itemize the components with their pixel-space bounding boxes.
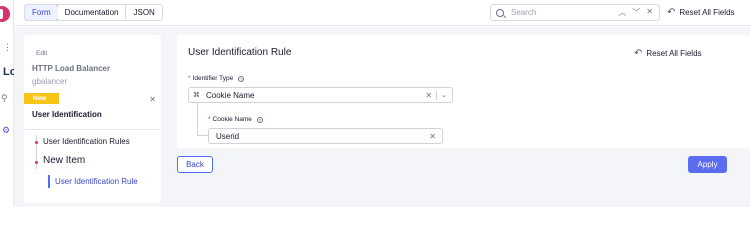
identifier-type-label-text: Identifier Type xyxy=(192,75,234,82)
identifier-type-label: * Identifier Type ? xyxy=(188,75,245,82)
edit-label: Edit xyxy=(36,50,48,57)
section-title: User Identification xyxy=(32,110,102,119)
back-button[interactable]: Back xyxy=(177,156,213,173)
cookie-name-label-text: Cookie Name xyxy=(212,116,252,123)
clear-icon[interactable]: ✕ xyxy=(425,91,432,100)
search-icon xyxy=(496,8,504,17)
info-icon[interactable]: ? xyxy=(238,75,245,82)
tree-dot-icon xyxy=(35,141,38,144)
apply-button[interactable]: Apply xyxy=(688,156,727,173)
logo-icon[interactable] xyxy=(0,6,10,22)
object-subtitle: gbalancer xyxy=(32,77,68,86)
tree-item-user-identification-rules[interactable]: User Identification Rules xyxy=(43,137,130,146)
search-input[interactable] xyxy=(511,8,591,17)
tree-item-new-item[interactable]: New Item xyxy=(43,155,85,166)
form-title: User Identification Rule xyxy=(188,47,292,58)
active-section[interactable]: New ✕ User Identification xyxy=(24,93,161,130)
close-icon[interactable]: ✕ xyxy=(646,7,653,18)
selected-indicator xyxy=(48,175,50,188)
tab-json[interactable]: JSON xyxy=(126,5,162,20)
top-toolbar: Form Documentation JSON ︿ ﹀ ✕ ↶ Reset Al… xyxy=(14,0,750,26)
form-card: User Identification Rule ↶ Reset All Fie… xyxy=(177,35,750,148)
cookie-name-value: Userid xyxy=(216,131,240,141)
main-content: Edit HTTP Load Balancer gbalancer New ✕ … xyxy=(14,27,750,207)
form-navigation-panel: Edit HTTP Load Balancer gbalancer New ✕ … xyxy=(24,35,161,203)
clear-icon[interactable]: ✕ xyxy=(429,132,436,141)
cookie-name-field[interactable]: Userid ✕ xyxy=(208,128,443,144)
required-mark: * xyxy=(208,116,211,123)
tab-form[interactable]: Form xyxy=(24,5,59,20)
nest-connector xyxy=(197,103,198,136)
tab-documentation[interactable]: Documentation xyxy=(57,5,127,20)
close-icon[interactable]: ✕ xyxy=(149,95,156,104)
cookie-name-label: * Cookie Name ? xyxy=(208,116,263,123)
search-icon[interactable]: ⚲ xyxy=(1,93,8,104)
chevron-down-icon[interactable]: ﹀ xyxy=(632,7,640,18)
required-mark: * xyxy=(188,75,191,82)
cookie-icon: ⌘ xyxy=(193,92,200,99)
undo-icon: ↶ xyxy=(667,6,676,18)
reset-all-fields-label: Reset All Fields xyxy=(679,8,735,17)
app-sidebar-strip: ⋮⋮ Lo ⚲ ⚙ xyxy=(0,0,21,207)
reset-all-fields-button[interactable]: ↶ Reset All Fields xyxy=(667,6,735,18)
search-box: ︿ ﹀ ✕ xyxy=(490,4,660,21)
tree-item-user-identification-rule[interactable]: User Identification Rule xyxy=(55,177,138,186)
form-reset-label: Reset All Fields xyxy=(646,49,702,58)
form-reset-all-fields-button[interactable]: ↶ Reset All Fields xyxy=(634,47,702,59)
object-title[interactable]: HTTP Load Balancer xyxy=(32,64,110,73)
gear-icon[interactable]: ⚙ xyxy=(2,125,10,136)
tree-dot-icon xyxy=(35,161,38,164)
chevron-down-icon[interactable]: ⌄ xyxy=(441,91,447,99)
identifier-type-select[interactable]: ⌘ Cookie Name ✕ ⌄ xyxy=(188,87,453,103)
view-mode-tabs: Form Documentation JSON xyxy=(24,4,163,21)
chevron-up-icon[interactable]: ︿ xyxy=(618,7,626,18)
undo-icon: ↶ xyxy=(634,47,643,59)
identifier-type-value: Cookie Name xyxy=(206,90,255,100)
divider xyxy=(436,90,438,100)
new-badge: New xyxy=(24,93,59,104)
info-icon[interactable]: ? xyxy=(256,116,263,123)
